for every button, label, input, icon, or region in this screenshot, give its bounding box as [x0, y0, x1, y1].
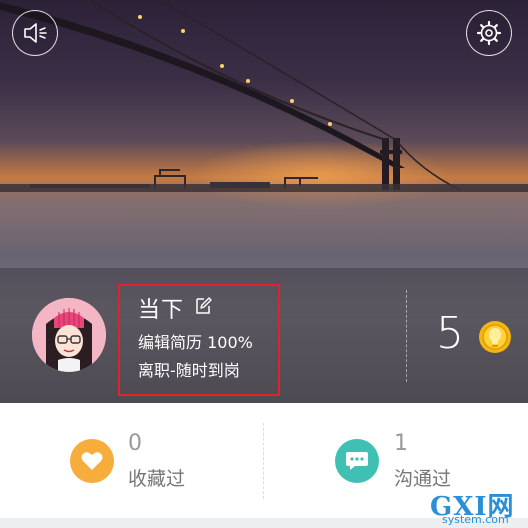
watermark-domain: system.com [442, 513, 509, 526]
user-name: 当下 [138, 298, 185, 323]
coin-count[interactable]: 5 [436, 310, 464, 358]
pencil-edit-icon[interactable] [193, 296, 213, 316]
resume-progress[interactable]: 编辑简历 100% [138, 329, 253, 353]
gold-coin-icon[interactable] [478, 320, 512, 354]
settings-button[interactable] [466, 10, 512, 56]
shoreline [0, 184, 528, 192]
avatar[interactable] [32, 298, 106, 372]
favorites-label[interactable]: 收藏过 [128, 464, 185, 491]
job-status[interactable]: 离职-随时到岗 [138, 357, 240, 381]
gear-icon [476, 20, 502, 46]
sound-button[interactable] [12, 10, 58, 56]
stats-divider [263, 423, 264, 499]
chat-bubble-icon [346, 452, 368, 470]
contacted-button[interactable] [335, 439, 379, 483]
heart-icon [81, 452, 103, 470]
contacted-count[interactable]: 1 [394, 431, 408, 456]
cartoon-girl-avatar [32, 298, 106, 372]
profile-divider [406, 290, 407, 382]
favorites-button[interactable] [70, 439, 114, 483]
watermark: GXI网 system.com [430, 486, 526, 526]
speaker-icon [24, 23, 47, 43]
favorites-count[interactable]: 0 [128, 431, 142, 456]
